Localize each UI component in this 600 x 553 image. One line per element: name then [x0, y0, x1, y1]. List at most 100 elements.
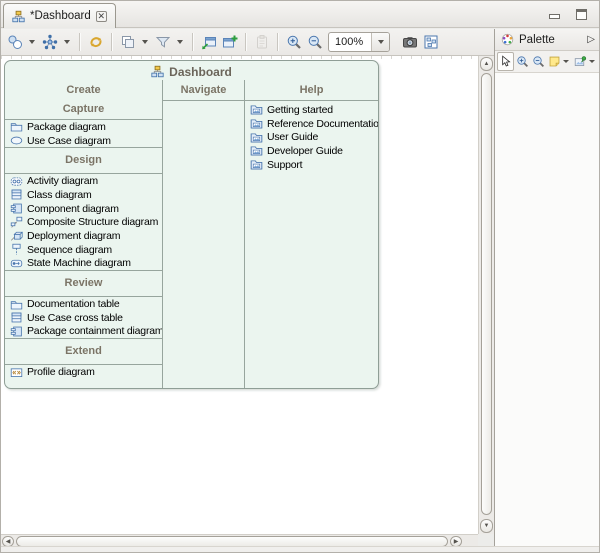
- image-pin-icon: [574, 55, 587, 68]
- camera-icon: [402, 34, 418, 50]
- list-item[interactable]: Profile diagram: [5, 365, 162, 379]
- list-item[interactable]: Developer Guide: [245, 144, 378, 158]
- zoom-out-tool[interactable]: [531, 52, 546, 71]
- help-folder-icon: [250, 158, 263, 171]
- separator: [5, 338, 162, 339]
- gold-sync-icon: [88, 34, 104, 50]
- minimize-button[interactable]: [549, 14, 560, 19]
- toolbar-separator: [192, 33, 193, 51]
- maximize-button[interactable]: [576, 9, 587, 20]
- zoom-in-button[interactable]: [283, 32, 304, 53]
- item-label: Profile diagram: [27, 366, 95, 378]
- dashboard-panel[interactable]: Dashboard Create Capture Package diagram…: [4, 60, 379, 389]
- list-item[interactable]: Composite Structure diagram: [5, 215, 162, 229]
- filter-dropdown-arrow-icon[interactable]: [177, 40, 183, 44]
- diagram-toolbar: 100%: [1, 29, 494, 56]
- scroll-down-icon[interactable]: ▼: [480, 519, 493, 533]
- paste-button: [251, 32, 272, 53]
- create-diagram-button[interactable]: [219, 32, 240, 53]
- diagram-canvas[interactable]: Dashboard Create Capture Package diagram…: [1, 56, 478, 534]
- list-item[interactable]: Package diagram: [5, 120, 162, 134]
- list-item[interactable]: Reference Documentation: [245, 117, 378, 131]
- status-bar: [1, 546, 599, 552]
- vertical-scrollbar[interactable]: ▲ ▼: [478, 56, 494, 534]
- lifeline-icon: [10, 243, 23, 256]
- list-item[interactable]: Documentation table: [5, 297, 162, 311]
- model-elements-button[interactable]: [4, 32, 25, 53]
- item-label: Reference Documentation: [267, 118, 379, 130]
- class-box-icon: [10, 188, 23, 201]
- list-item[interactable]: Sequence diagram: [5, 243, 162, 257]
- list-item[interactable]: State Machine diagram: [5, 257, 162, 271]
- related-elements-button[interactable]: [39, 32, 60, 53]
- palette-header[interactable]: Palette ▷: [495, 29, 600, 51]
- column-help: Help Getting started Reference Documenta…: [244, 80, 378, 388]
- attach-tool[interactable]: [573, 52, 598, 71]
- list-item[interactable]: Getting started: [245, 103, 378, 117]
- close-icon[interactable]: ✕: [96, 11, 107, 22]
- note-tool[interactable]: [547, 52, 572, 71]
- capture-header: Capture: [5, 100, 162, 119]
- zoom-in-icon: [286, 34, 302, 50]
- toolbar-separator: [79, 33, 80, 51]
- list-item[interactable]: Component diagram: [5, 202, 162, 216]
- list-item[interactable]: Use Case cross table: [5, 311, 162, 325]
- open-diagram-button[interactable]: [198, 32, 219, 53]
- item-label: Package containment diagram: [27, 325, 163, 337]
- vertical-scroll-thumb[interactable]: [481, 73, 492, 515]
- list-item[interactable]: User Guide: [245, 130, 378, 144]
- copy-style-dropdown-arrow-icon[interactable]: [142, 40, 148, 44]
- list-item[interactable]: Class diagram: [5, 188, 162, 202]
- folder-icon: [10, 298, 23, 311]
- profile-icon: [10, 366, 23, 379]
- stacked-squares-icon: [120, 34, 136, 50]
- zoom-out-button[interactable]: [304, 32, 325, 53]
- scroll-up-icon[interactable]: ▲: [480, 57, 493, 71]
- help-folder-icon: [250, 131, 263, 144]
- navigate-header: Navigate: [163, 80, 244, 100]
- elements-icon: [7, 34, 23, 50]
- zoom-combo-dropdown-button[interactable]: [371, 33, 389, 51]
- snapshot-button[interactable]: [399, 32, 420, 53]
- tab-dashboard[interactable]: *Dashboard ✕: [3, 3, 116, 28]
- list-item[interactable]: Package containment diagram: [5, 325, 162, 339]
- model-diagram-icon: [151, 65, 164, 78]
- palette-title: Palette: [519, 34, 582, 46]
- zoom-out-icon: [307, 34, 323, 50]
- zoom-level-combo[interactable]: 100%: [328, 32, 390, 52]
- palette-expand-icon[interactable]: ▷: [587, 34, 595, 45]
- list-item[interactable]: Support: [245, 158, 378, 172]
- dashboard-title: Dashboard: [169, 65, 232, 79]
- tab-title: *Dashboard: [30, 10, 91, 22]
- chevron-down-icon[interactable]: [563, 60, 569, 63]
- help-folder-icon: [250, 144, 263, 157]
- zoom-level-value[interactable]: 100%: [329, 33, 371, 51]
- separator: [5, 270, 162, 271]
- separator: [163, 100, 244, 101]
- filter-button[interactable]: [152, 32, 173, 53]
- zoom-in-tool[interactable]: [515, 52, 530, 71]
- component-icon: [10, 202, 23, 215]
- review-header: Review: [5, 274, 162, 293]
- column-create: Create Capture Package diagram Use Case …: [5, 80, 162, 388]
- copy-style-button[interactable]: [117, 32, 138, 53]
- overview-button[interactable]: [420, 32, 441, 53]
- item-label: State Machine diagram: [27, 257, 131, 269]
- chevron-down-icon[interactable]: [589, 60, 595, 63]
- select-tool[interactable]: [497, 52, 514, 71]
- zoom-out-icon: [532, 55, 545, 68]
- list-item[interactable]: Deployment diagram: [5, 229, 162, 243]
- synchronize-button[interactable]: [85, 32, 106, 53]
- list-item[interactable]: Activity diagram: [5, 174, 162, 188]
- network-graph-icon: [42, 34, 58, 50]
- elements-dropdown-arrow-icon[interactable]: [29, 40, 35, 44]
- list-item[interactable]: Use Case diagram: [5, 134, 162, 148]
- toolbar-separator: [277, 33, 278, 51]
- item-label: User Guide: [267, 131, 318, 143]
- related-dropdown-arrow-icon[interactable]: [64, 40, 70, 44]
- item-label: Deployment diagram: [27, 230, 120, 242]
- item-label: Class diagram: [27, 189, 92, 201]
- help-folder-icon: [250, 103, 263, 116]
- toolbar-separator: [245, 33, 246, 51]
- editor-tab-bar: *Dashboard ✕: [1, 1, 599, 28]
